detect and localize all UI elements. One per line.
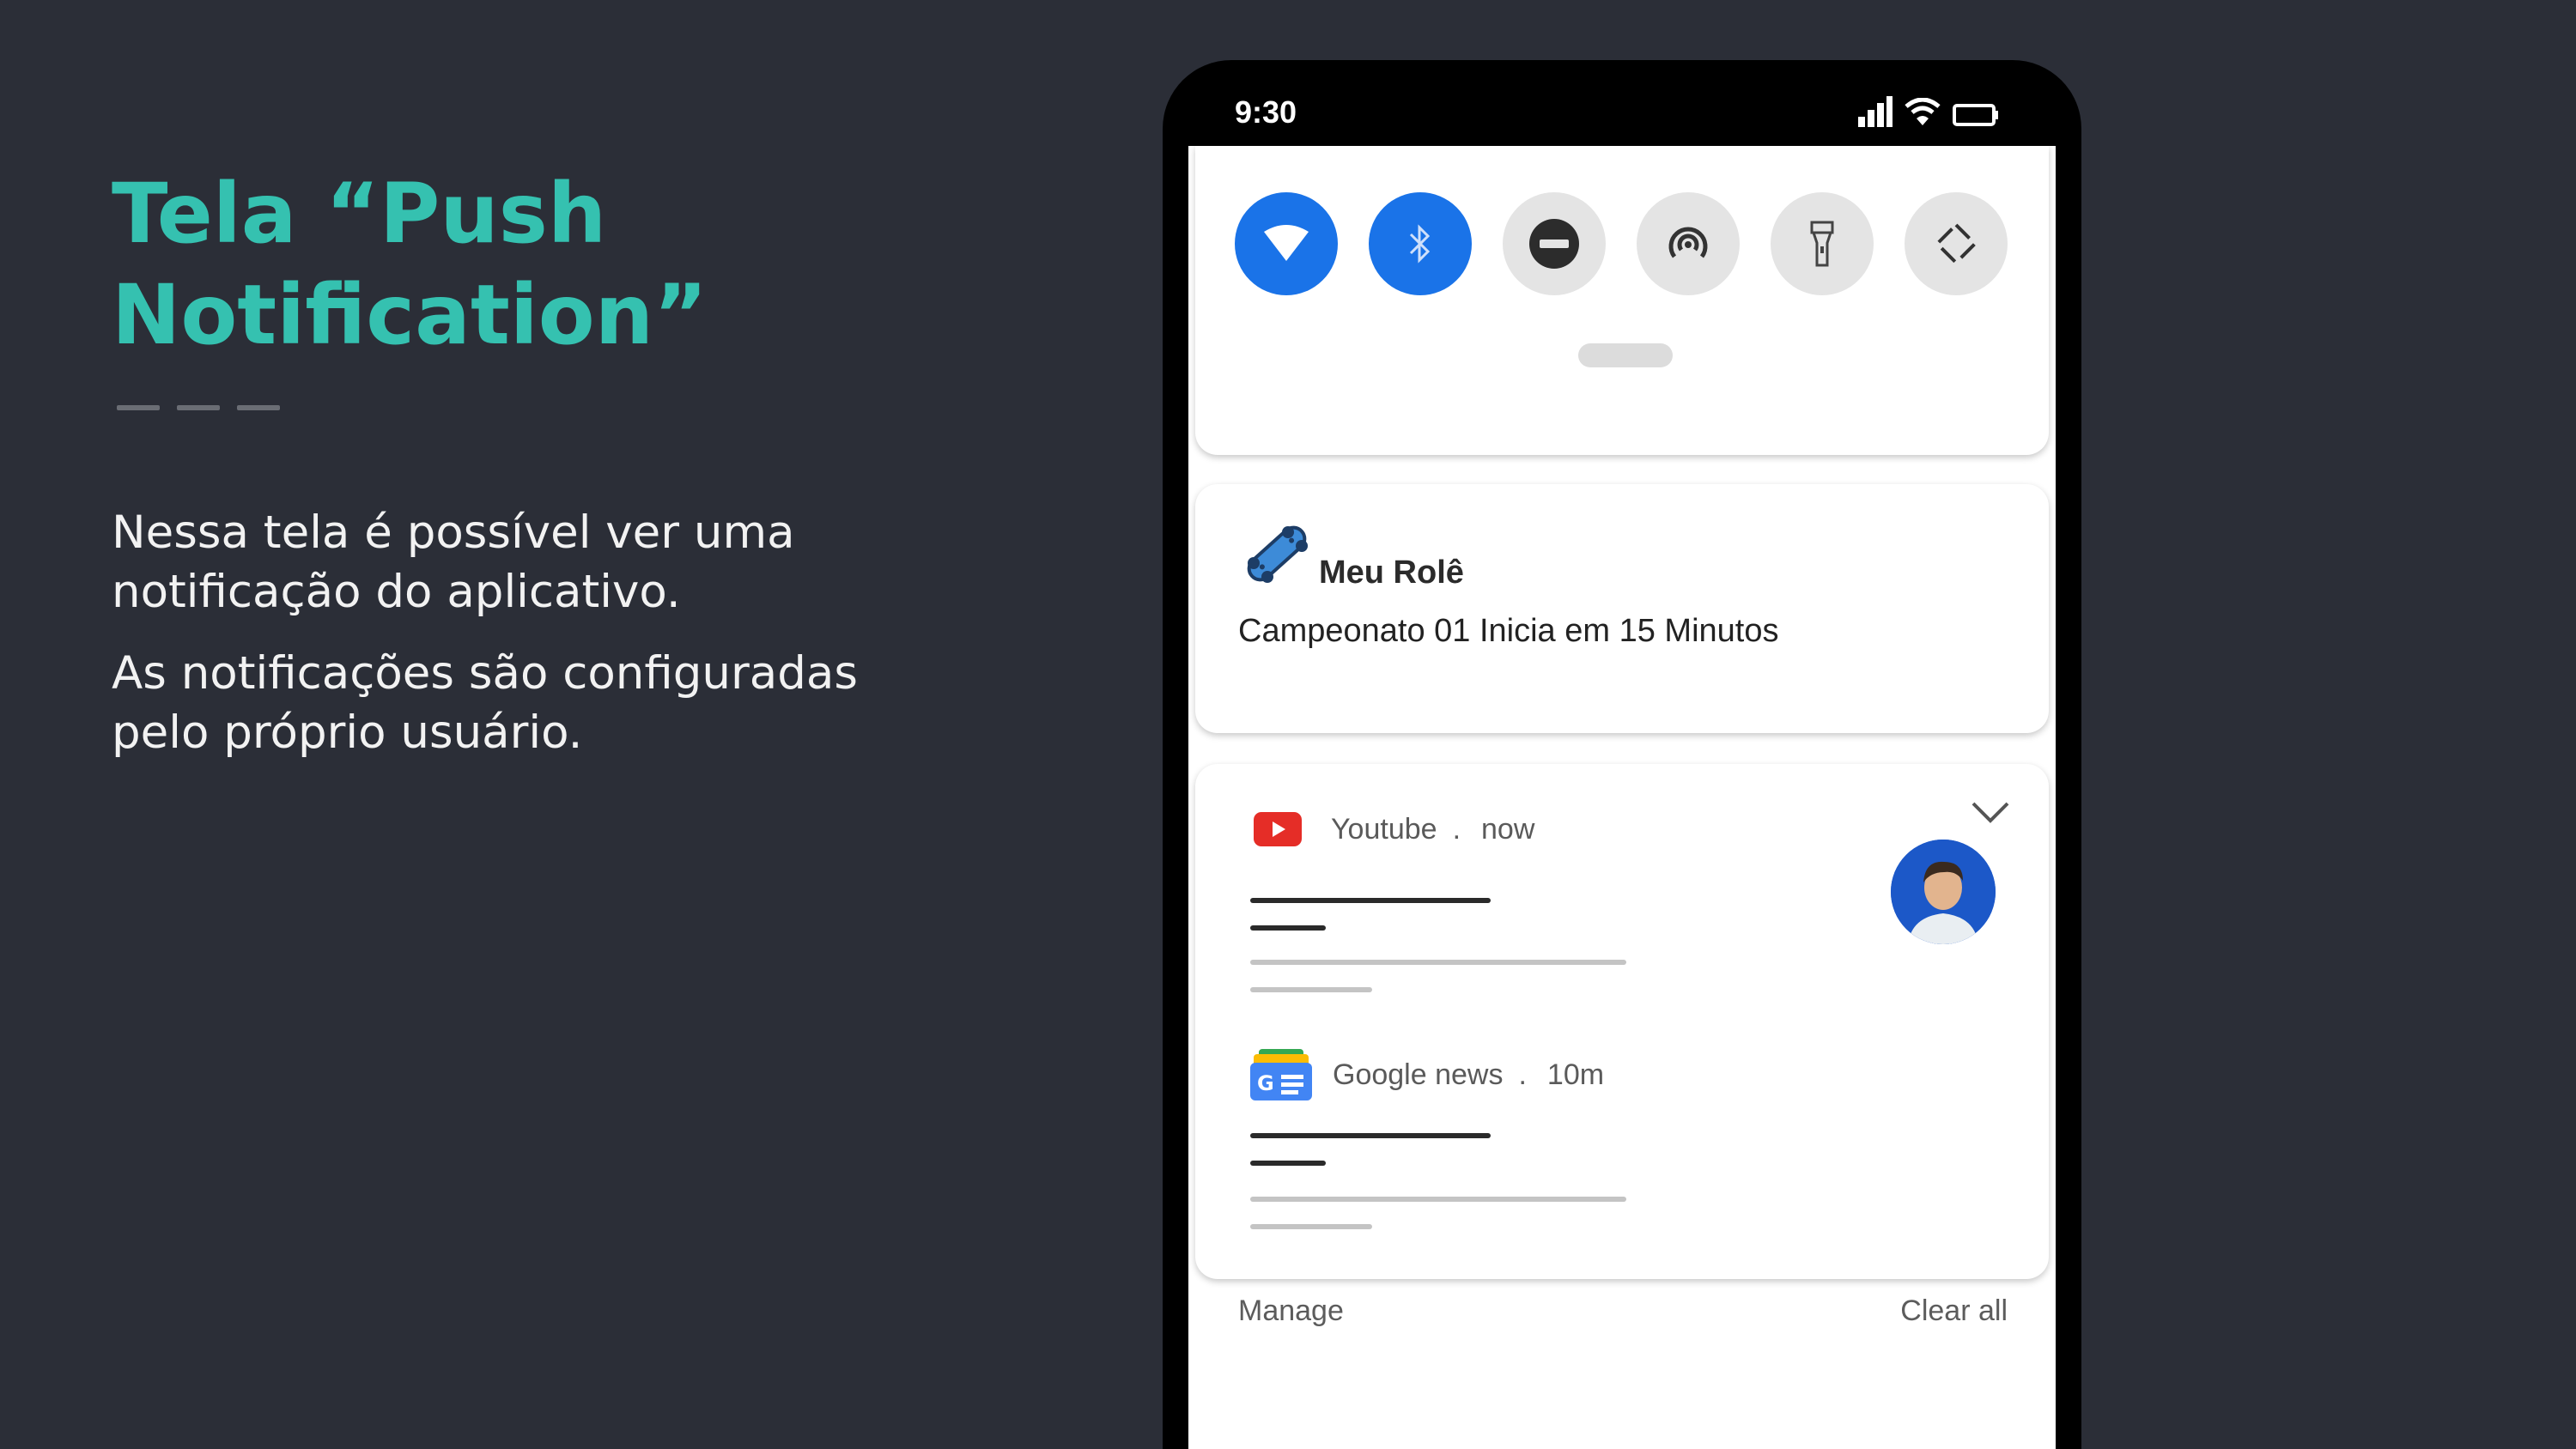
flashlight-icon bbox=[1810, 221, 1834, 267]
placeholder-line bbox=[1250, 960, 1626, 965]
wifi-icon bbox=[1264, 225, 1309, 261]
notification-separator: . bbox=[1518, 1058, 1527, 1091]
wifi-tile[interactable] bbox=[1235, 192, 1338, 295]
notification-separator: . bbox=[1452, 812, 1461, 846]
notification-app-name: Google news bbox=[1333, 1058, 1504, 1091]
description-1: Nessa tela é possível ver uma notificaçã… bbox=[112, 506, 795, 618]
slide-title-line1: Tela “Push bbox=[112, 166, 607, 262]
battery-icon bbox=[1953, 104, 1998, 126]
notification-time: now bbox=[1481, 812, 1535, 846]
placeholder-line bbox=[1250, 1197, 1626, 1202]
bluetooth-icon bbox=[1409, 224, 1431, 264]
slide-title-line2: Notification” bbox=[112, 267, 708, 363]
quick-settings-panel bbox=[1195, 146, 2049, 455]
notification-time: 10m bbox=[1546, 1058, 1605, 1091]
chevron-down-icon[interactable] bbox=[1970, 800, 2011, 824]
expand-handle[interactable] bbox=[1578, 343, 1673, 367]
quick-settings-tiles bbox=[1235, 192, 2008, 295]
auto-rotate-icon bbox=[1935, 222, 1978, 265]
notification-stack: Youtube . now G Google news . 10m bbox=[1195, 764, 2049, 1279]
google-news-icon: G bbox=[1250, 1049, 1312, 1100]
hotspot-tile[interactable] bbox=[1637, 192, 1740, 295]
rotate-tile[interactable] bbox=[1905, 192, 2008, 295]
youtube-icon bbox=[1254, 812, 1302, 846]
flashlight-tile[interactable] bbox=[1771, 192, 1874, 295]
google-news-notification-header[interactable]: G Google news . 10m bbox=[1250, 1047, 1604, 1102]
clear-all-button[interactable]: Clear all bbox=[1900, 1294, 2008, 1328]
status-time: 9:30 bbox=[1235, 94, 1297, 130]
status-bar: 9:30 bbox=[1163, 60, 2081, 146]
do-not-disturb-icon bbox=[1529, 219, 1579, 269]
avatar bbox=[1891, 840, 1996, 944]
skateboard-icon bbox=[1247, 525, 1308, 583]
phone-mockup: 9:30 Meu Rolê Campeonato 01 Inicia em 15… bbox=[1163, 60, 2081, 1449]
placeholder-line bbox=[1250, 1224, 1372, 1229]
wifi-icon bbox=[1905, 98, 1941, 125]
svg-text:G: G bbox=[1257, 1071, 1274, 1095]
notification-message: Campeonato 01 Inicia em 15 Minutos bbox=[1238, 613, 1779, 649]
placeholder-line bbox=[1250, 898, 1491, 903]
title-divider bbox=[117, 405, 280, 410]
bluetooth-tile[interactable] bbox=[1369, 192, 1472, 295]
dnd-tile[interactable] bbox=[1503, 192, 1606, 295]
hotspot-icon bbox=[1668, 227, 1708, 258]
slide-title: Tela “Push Notification” bbox=[112, 163, 970, 366]
app-name: Meu Rolê bbox=[1319, 555, 1464, 591]
notification-shade: Meu Rolê Campeonato 01 Inicia em 15 Minu… bbox=[1188, 146, 2056, 1449]
app-notification[interactable]: Meu Rolê Campeonato 01 Inicia em 15 Minu… bbox=[1195, 484, 2049, 733]
placeholder-line bbox=[1250, 1161, 1326, 1166]
signal-icon bbox=[1858, 96, 1893, 127]
description-2: As notificações são configuradas pelo pr… bbox=[112, 647, 859, 759]
placeholder-line bbox=[1250, 925, 1326, 931]
placeholder-line bbox=[1250, 1133, 1491, 1138]
youtube-notification-header[interactable]: Youtube . now bbox=[1254, 812, 1534, 846]
system-icons bbox=[1858, 96, 1999, 127]
person-photo-icon bbox=[1891, 840, 1996, 944]
notification-app-name: Youtube bbox=[1331, 812, 1437, 846]
placeholder-line bbox=[1250, 987, 1372, 992]
manage-button[interactable]: Manage bbox=[1238, 1294, 1344, 1328]
